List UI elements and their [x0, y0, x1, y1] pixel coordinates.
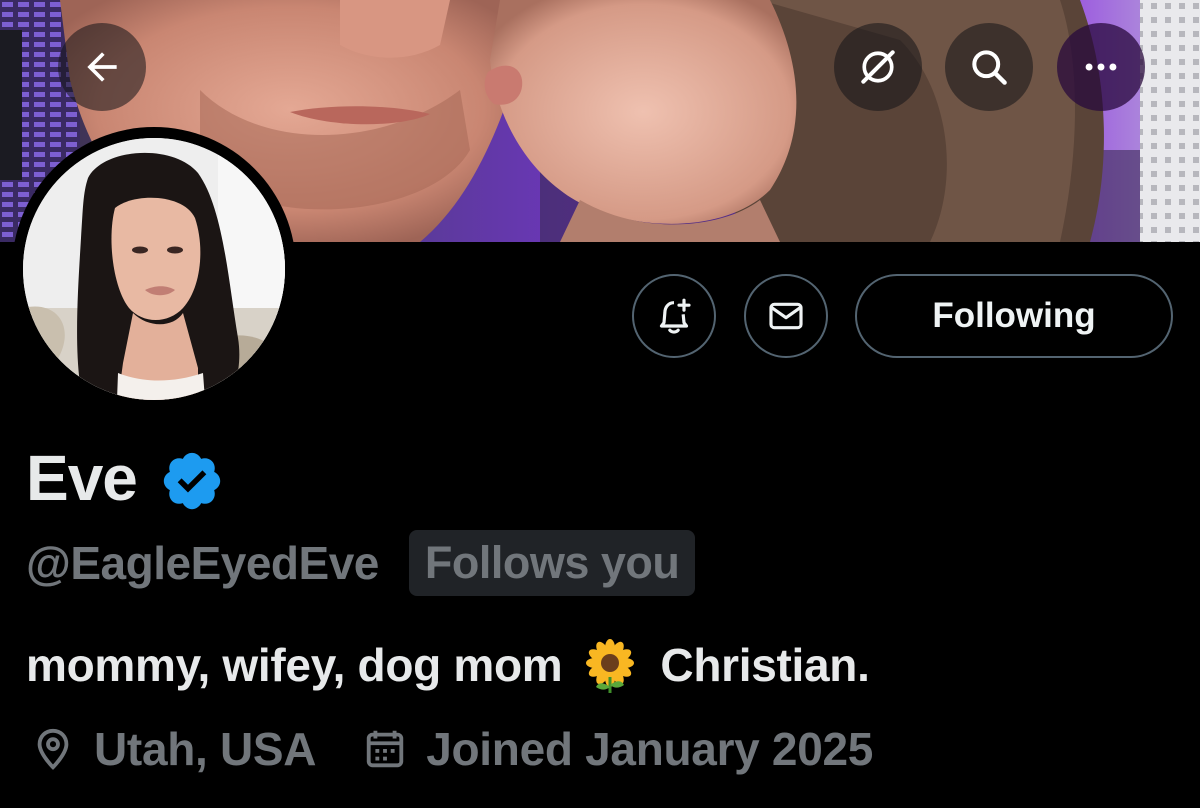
notifications-button[interactable] — [632, 274, 716, 358]
profile-meta: Utah, USA Joined January 2025 — [30, 716, 873, 782]
grok-icon — [861, 50, 895, 84]
envelope-icon — [769, 302, 803, 330]
bio-text: mommy, wifey, dog mom — [26, 639, 563, 691]
verified-badge-icon[interactable] — [159, 448, 225, 514]
profile-avatar[interactable] — [12, 127, 296, 411]
bell-plus-icon — [659, 298, 691, 334]
search-icon — [972, 50, 1007, 85]
bio-tail-text: Christian. — [660, 639, 870, 691]
name-row: Eve — [26, 440, 225, 516]
avatar-photo — [23, 138, 285, 400]
calendar-icon — [366, 730, 404, 768]
location-pin-icon — [37, 728, 69, 770]
display-name: Eve — [26, 442, 138, 514]
user-handle: @EagleEyedEve — [26, 537, 379, 589]
follows-you-badge: Follows you — [408, 530, 696, 596]
message-button[interactable] — [744, 274, 828, 358]
joined-date-text: Joined January 2025 — [426, 723, 874, 775]
profile-bio: mommy, wifey, dog mom Christian. — [26, 632, 870, 698]
location-text: Utah, USA — [94, 723, 317, 775]
location-item: Utah, USA — [30, 722, 317, 776]
avatar-image — [23, 138, 285, 400]
following-button[interactable]: Following — [855, 274, 1173, 358]
following-button-label: Following — [932, 296, 1096, 335]
sunflower-icon — [586, 639, 635, 693]
profile-page: Following Eve @EagleEyedEve Follows you … — [0, 0, 1200, 808]
more-horizontal-icon — [1085, 63, 1117, 71]
handle-row: @EagleEyedEve Follows you — [26, 528, 696, 598]
grok-button[interactable] — [834, 23, 922, 111]
arrow-left-icon — [87, 52, 117, 82]
search-button[interactable] — [945, 23, 1033, 111]
joined-item: Joined January 2025 — [362, 722, 873, 776]
more-button[interactable] — [1057, 23, 1145, 111]
back-button[interactable] — [58, 23, 146, 111]
